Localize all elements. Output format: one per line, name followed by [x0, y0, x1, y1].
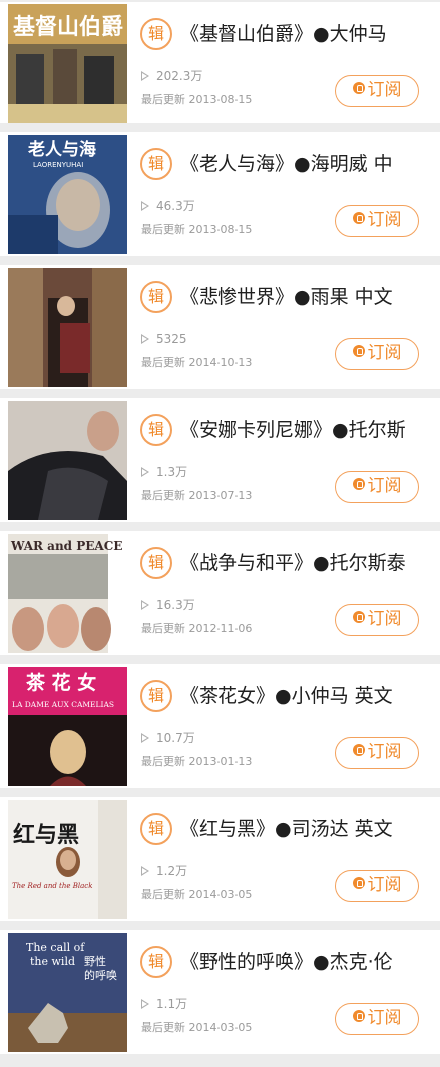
- album-cover[interactable]: The call of the wild 野性 的呼唤: [8, 933, 127, 1052]
- play-count: 46.3万: [141, 198, 195, 214]
- album-title[interactable]: 《安娜卡列尼娜》●托尔斯: [180, 416, 435, 444]
- album-cover[interactable]: 基督山伯爵: [8, 4, 127, 123]
- album-cover[interactable]: 老人与海 LAORENYUHAI: [8, 135, 127, 254]
- subscribe-button[interactable]: 订阅: [335, 205, 419, 237]
- album-title[interactable]: 《悲惨世界》●雨果 中文: [180, 283, 435, 311]
- subscribe-button[interactable]: 订阅: [335, 471, 419, 503]
- last-updated: 最后更新 2013-07-13: [141, 489, 253, 502]
- svg-text:红与黑: 红与黑: [13, 822, 79, 848]
- svg-text:WAR and PEACE: WAR and PEACE: [10, 539, 122, 553]
- play-count: 5325: [141, 331, 187, 347]
- album-cover[interactable]: [8, 268, 127, 387]
- album-title[interactable]: 《战争与和平》●托尔斯泰: [180, 549, 435, 577]
- album-cover[interactable]: 红与黑 The Red and the Black: [8, 800, 127, 919]
- svg-text:老人与海: 老人与海: [27, 139, 96, 160]
- play-icon: [141, 333, 149, 344]
- album-cover[interactable]: [8, 401, 127, 520]
- svg-text:基督山伯爵: 基督山伯爵: [13, 14, 123, 40]
- cover-art: [8, 268, 127, 387]
- subscribe-icon: [352, 82, 365, 94]
- album-item[interactable]: The call of the wild 野性 的呼唤 辑 《野性的呼唤》●杰克…: [0, 930, 440, 1054]
- album-item[interactable]: 红与黑 The Red and the Black 辑 《红与黑》●司汤达 英文…: [0, 797, 440, 921]
- subscribe-icon: [352, 744, 365, 756]
- album-badge: 辑: [140, 680, 172, 712]
- album-badge: 辑: [140, 813, 172, 845]
- play-count: 1.2万: [141, 863, 187, 879]
- last-updated: 最后更新 2013-08-15: [141, 93, 253, 106]
- last-updated: 最后更新 2012-11-06: [141, 622, 253, 635]
- album-badge: 辑: [140, 18, 172, 50]
- album-item[interactable]: 基督山伯爵 辑 《基督山伯爵》●大仲马 202.3万 最后更新 2013-08-…: [0, 2, 440, 123]
- album-title[interactable]: 《红与黑》●司汤达 英文: [180, 815, 435, 843]
- subscribe-button[interactable]: 订阅: [335, 870, 419, 902]
- album-title[interactable]: 《野性的呼唤》●杰克·伦: [180, 948, 435, 976]
- subscribe-button[interactable]: 订阅: [335, 338, 419, 370]
- subscribe-icon: [352, 611, 365, 623]
- cover-art: [8, 401, 127, 520]
- svg-text:The Red and the Black: The Red and the Black: [12, 882, 92, 890]
- last-updated: 最后更新 2014-10-13: [141, 356, 253, 369]
- album-badge: 辑: [140, 281, 172, 313]
- play-count: 1.3万: [141, 464, 187, 480]
- play-icon: [141, 998, 149, 1009]
- play-count: 202.3万: [141, 68, 202, 84]
- album-badge: 辑: [140, 148, 172, 180]
- album-list: 基督山伯爵 辑 《基督山伯爵》●大仲马 202.3万 最后更新 2013-08-…: [0, 2, 440, 1054]
- subscribe-icon: [352, 478, 365, 490]
- last-updated: 最后更新 2013-01-13: [141, 755, 253, 768]
- subscribe-button[interactable]: 订阅: [335, 1003, 419, 1035]
- subscribe-icon: [352, 212, 365, 224]
- album-item[interactable]: 辑 《悲惨世界》●雨果 中文 5325 最后更新 2014-10-13 订阅: [0, 265, 440, 389]
- album-cover[interactable]: 茶 花 女 LA DAME AUX CAMELIAS: [8, 667, 127, 786]
- cover-art: WAR and PEACE: [8, 534, 127, 653]
- album-badge: 辑: [140, 414, 172, 446]
- svg-text:的呼唤: 的呼唤: [84, 968, 117, 982]
- play-count: 1.1万: [141, 996, 187, 1012]
- subscribe-icon: [352, 877, 365, 889]
- last-updated: 最后更新 2014-03-05: [141, 1021, 253, 1034]
- cover-art: 老人与海 LAORENYUHAI: [8, 135, 127, 254]
- album-item[interactable]: 辑 《安娜卡列尼娜》●托尔斯 1.3万 最后更新 2013-07-13 订阅: [0, 398, 440, 522]
- play-icon: [141, 466, 149, 477]
- play-icon: [141, 732, 149, 743]
- play-icon: [141, 200, 149, 211]
- subscribe-button[interactable]: 订阅: [335, 737, 419, 769]
- last-updated: 最后更新 2013-08-15: [141, 223, 253, 236]
- cover-art: 红与黑 The Red and the Black: [8, 800, 127, 919]
- album-title[interactable]: 《茶花女》●小仲马 英文: [180, 682, 435, 710]
- svg-text:茶 花 女: 茶 花 女: [26, 671, 96, 694]
- album-item[interactable]: WAR and PEACE 辑 《战争与和平》●托尔斯泰 16.3万 最后更新 …: [0, 531, 440, 655]
- svg-text:the wild: the wild: [30, 955, 75, 968]
- cover-art: The call of the wild 野性 的呼唤: [8, 933, 127, 1052]
- subscribe-button[interactable]: 订阅: [335, 604, 419, 636]
- play-icon: [141, 865, 149, 876]
- last-updated: 最后更新 2014-03-05: [141, 888, 253, 901]
- cover-art: 基督山伯爵: [8, 4, 127, 123]
- album-cover[interactable]: WAR and PEACE: [8, 534, 127, 653]
- play-icon: [141, 599, 149, 610]
- play-count: 10.7万: [141, 730, 195, 746]
- svg-text:野性: 野性: [84, 954, 106, 968]
- album-item[interactable]: 茶 花 女 LA DAME AUX CAMELIAS 辑 《茶花女》●小仲马 英…: [0, 664, 440, 788]
- svg-text:The call of: The call of: [26, 941, 85, 954]
- album-item[interactable]: 老人与海 LAORENYUHAI 辑 《老人与海》●海明威 中 46.3万 最后…: [0, 132, 440, 256]
- svg-text:LA DAME AUX CAMELIAS: LA DAME AUX CAMELIAS: [12, 700, 114, 709]
- subscribe-icon: [352, 1010, 365, 1022]
- play-count: 16.3万: [141, 597, 195, 613]
- album-title[interactable]: 《老人与海》●海明威 中: [180, 150, 435, 178]
- svg-text:LAORENYUHAI: LAORENYUHAI: [33, 161, 83, 169]
- album-badge: 辑: [140, 946, 172, 978]
- subscribe-button[interactable]: 订阅: [335, 75, 419, 107]
- subscribe-icon: [352, 345, 365, 357]
- play-icon: [141, 70, 149, 81]
- album-badge: 辑: [140, 547, 172, 579]
- album-title[interactable]: 《基督山伯爵》●大仲马: [180, 20, 435, 48]
- cover-art: 茶 花 女 LA DAME AUX CAMELIAS: [8, 667, 127, 786]
